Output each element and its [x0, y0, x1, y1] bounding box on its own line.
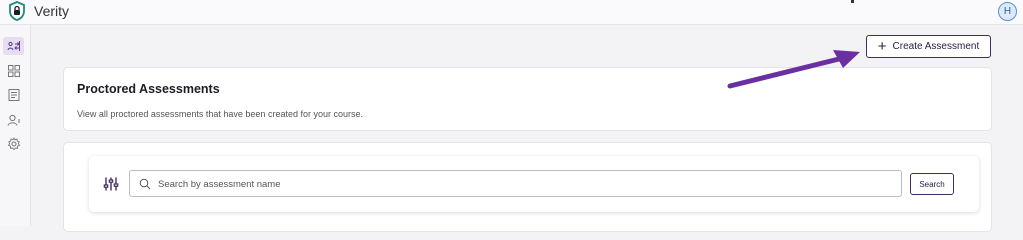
user-avatar[interactable]: H [998, 2, 1017, 21]
assessment-swap-icon [7, 41, 20, 51]
app-name: Verity [34, 3, 70, 19]
sidebar-item-assessments[interactable] [3, 37, 24, 55]
filter-sliders-icon[interactable] [103, 176, 119, 192]
grid-icon [7, 65, 20, 77]
create-assessment-label: Create Assessment [892, 41, 980, 52]
plus-icon: + [877, 37, 887, 55]
search-icon [139, 178, 151, 190]
search-input-wrapper [129, 170, 902, 197]
mouse-cursor-icon [851, 0, 854, 3]
page-description: View all proctored assessments that have… [77, 109, 363, 119]
sidebar-item-documents[interactable] [3, 86, 24, 104]
sidebar-item-users[interactable] [3, 111, 24, 129]
search-button[interactable]: Search [910, 173, 954, 195]
sidebar [0, 25, 31, 226]
verity-shield-logo-icon[interactable] [8, 1, 26, 21]
intro-card: Proctored Assessments View all proctored… [63, 67, 992, 131]
document-icon [8, 89, 19, 101]
gear-icon [7, 137, 20, 151]
top-bar: Verity H [0, 0, 1023, 25]
create-assessment-button[interactable]: + Create Assessment [866, 35, 991, 58]
users-icon [7, 114, 20, 126]
search-input[interactable] [158, 175, 858, 193]
sidebar-item-settings[interactable] [3, 135, 24, 153]
sidebar-item-dashboard[interactable] [3, 62, 24, 80]
page-title: Proctored Assessments [77, 82, 220, 96]
